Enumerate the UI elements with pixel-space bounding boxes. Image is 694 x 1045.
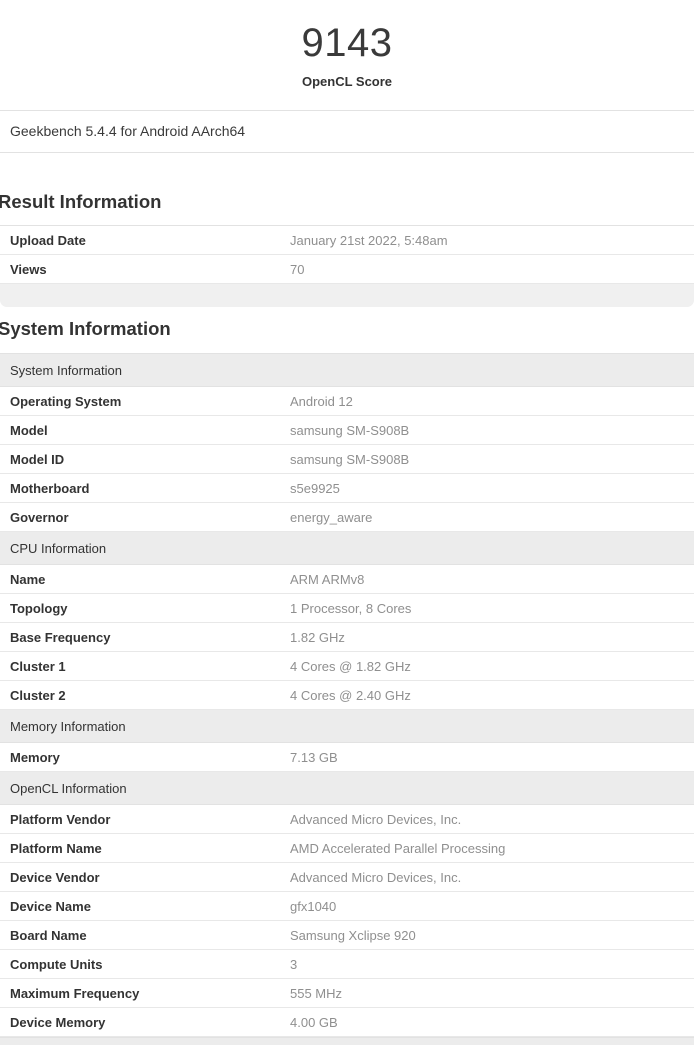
geekbench-version-bar: Geekbench 5.4.4 for Android AArch64 xyxy=(0,111,694,153)
opencl-score-value: 9143 xyxy=(0,21,694,65)
system-information-table: System Information Operating System Andr… xyxy=(0,353,694,1037)
row-value: Android 12 xyxy=(290,394,353,409)
row-label: Model xyxy=(0,423,290,438)
row-value: 555 MHz xyxy=(290,986,342,1001)
subsection-header-system-information: System Information xyxy=(0,354,694,387)
row-label: Platform Vendor xyxy=(0,812,290,827)
table-row: Device Name gfx1040 xyxy=(0,892,694,921)
subsection-header-memory-information: Memory Information xyxy=(0,710,694,743)
row-label: Topology xyxy=(0,601,290,616)
row-label: Memory xyxy=(0,750,290,765)
row-value: energy_aware xyxy=(290,510,372,525)
row-label: Device Name xyxy=(0,899,290,914)
table-row: Name ARM ARMv8 xyxy=(0,565,694,594)
table-row: Platform Vendor Advanced Micro Devices, … xyxy=(0,805,694,834)
row-label: Governor xyxy=(0,510,290,525)
row-label: Upload Date xyxy=(0,233,290,248)
row-value: s5e9925 xyxy=(290,481,340,496)
row-label: Cluster 2 xyxy=(0,688,290,703)
row-value: ARM ARMv8 xyxy=(290,572,364,587)
table-row: Cluster 1 4 Cores @ 1.82 GHz xyxy=(0,652,694,681)
table-row: Memory 7.13 GB xyxy=(0,743,694,772)
row-value: 3 xyxy=(290,957,297,972)
row-value: AMD Accelerated Parallel Processing xyxy=(290,841,505,856)
system-information-heading: System Information xyxy=(0,318,694,340)
row-label: Name xyxy=(0,572,290,587)
table-row: Board Name Samsung Xclipse 920 xyxy=(0,921,694,950)
table-row: Compute Units 3 xyxy=(0,950,694,979)
table-row: Platform Name AMD Accelerated Parallel P… xyxy=(0,834,694,863)
row-value: Samsung Xclipse 920 xyxy=(290,928,416,943)
table-row: Model samsung SM-S908B xyxy=(0,416,694,445)
row-label: Board Name xyxy=(0,928,290,943)
opencl-score-label: OpenCL Score xyxy=(0,74,694,89)
row-value: gfx1040 xyxy=(290,899,336,914)
row-label: Platform Name xyxy=(0,841,290,856)
row-label: Device Vendor xyxy=(0,870,290,885)
row-value: samsung SM-S908B xyxy=(290,423,409,438)
subsection-header-opencl-information: OpenCL Information xyxy=(0,772,694,805)
row-value: 4 Cores @ 2.40 GHz xyxy=(290,688,411,703)
row-label: Device Memory xyxy=(0,1015,290,1030)
row-value: January 21st 2022, 5:48am xyxy=(290,233,448,248)
table-row: Device Memory 4.00 GB xyxy=(0,1008,694,1037)
subsection-header-cpu-information: CPU Information xyxy=(0,532,694,565)
row-label: Views xyxy=(0,262,290,277)
table-row: Maximum Frequency 555 MHz xyxy=(0,979,694,1008)
table-row: Governor energy_aware xyxy=(0,503,694,532)
table-row: Model ID samsung SM-S908B xyxy=(0,445,694,474)
result-information-heading: Result Information xyxy=(0,191,694,213)
row-label: Model ID xyxy=(0,452,290,467)
section-divider-band xyxy=(0,284,694,307)
table-row: Device Vendor Advanced Micro Devices, In… xyxy=(0,863,694,892)
row-value: samsung SM-S908B xyxy=(290,452,409,467)
table-row: Upload Date January 21st 2022, 5:48am xyxy=(0,226,694,255)
row-value: 1 Processor, 8 Cores xyxy=(290,601,411,616)
row-label: Motherboard xyxy=(0,481,290,496)
row-value: 7.13 GB xyxy=(290,750,338,765)
row-value: 4 Cores @ 1.82 GHz xyxy=(290,659,411,674)
system-information-section: System Information System Information Op… xyxy=(0,318,694,1045)
row-label: Compute Units xyxy=(0,957,290,972)
result-information-section: Result Information Upload Date January 2… xyxy=(0,191,694,307)
row-value: Advanced Micro Devices, Inc. xyxy=(290,870,461,885)
geekbench-result-page: 9143 OpenCL Score Geekbench 5.4.4 for An… xyxy=(0,0,694,1045)
result-information-table: Upload Date January 21st 2022, 5:48am Vi… xyxy=(0,225,694,284)
table-row: Topology 1 Processor, 8 Cores xyxy=(0,594,694,623)
table-row: Base Frequency 1.82 GHz xyxy=(0,623,694,652)
row-label: Maximum Frequency xyxy=(0,986,290,1001)
table-row: Motherboard s5e9925 xyxy=(0,474,694,503)
table-row: Cluster 2 4 Cores @ 2.40 GHz xyxy=(0,681,694,710)
row-label: Operating System xyxy=(0,394,290,409)
score-section: 9143 OpenCL Score xyxy=(0,0,694,111)
row-value: Advanced Micro Devices, Inc. xyxy=(290,812,461,827)
table-row: Views 70 xyxy=(0,255,694,284)
row-value: 70 xyxy=(290,262,304,277)
table-row: Operating System Android 12 xyxy=(0,387,694,416)
next-section-header-partial xyxy=(0,1037,694,1045)
row-value: 4.00 GB xyxy=(290,1015,338,1030)
row-label: Base Frequency xyxy=(0,630,290,645)
row-label: Cluster 1 xyxy=(0,659,290,674)
row-value: 1.82 GHz xyxy=(290,630,345,645)
